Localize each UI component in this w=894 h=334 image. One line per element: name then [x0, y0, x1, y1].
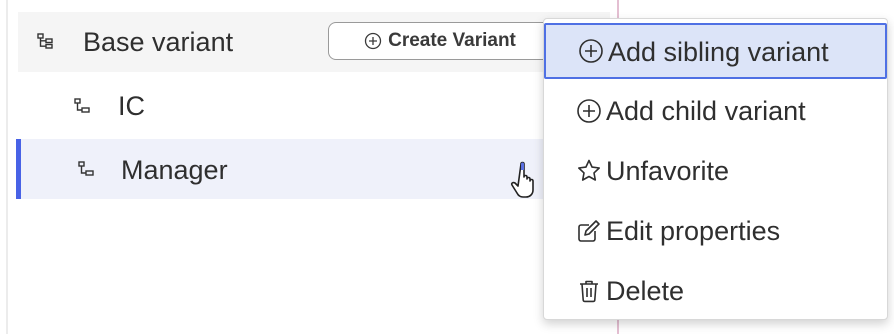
menu-item-unfavorite[interactable]: Unfavorite [544, 143, 887, 199]
tree-row-base-variant[interactable]: Base variant Create Variant [18, 12, 610, 72]
menu-item-edit-properties[interactable]: Edit properties [544, 203, 887, 259]
menu-item-delete[interactable]: Delete [544, 263, 887, 319]
plus-circle-icon [578, 38, 604, 64]
menu-item-label: Edit properties [606, 216, 781, 246]
selection-indicator [16, 139, 21, 199]
menu-item-add-sibling-variant[interactable]: Add sibling variant [544, 23, 887, 79]
menu-item-label: Add child variant [606, 96, 806, 126]
menu-item-label: Delete [606, 276, 685, 306]
trash-icon [576, 278, 602, 304]
star-outline-icon [576, 158, 602, 184]
menu-item-add-child-variant[interactable]: Add child variant [544, 83, 887, 139]
variant-tree-panel: Base variant Create Variant IC Manager [0, 0, 617, 334]
menu-item-label: Unfavorite [606, 156, 730, 186]
hand-pointer-icon [510, 160, 544, 200]
tree-item-label: Manager [121, 155, 228, 185]
base-variant-label: Base variant [83, 27, 234, 57]
child-variant-icon [74, 98, 90, 114]
tree-structure-icon [37, 33, 53, 49]
plus-circle-icon [576, 98, 602, 124]
variant-context-menu: Add sibling variant Add child variant Un… [543, 18, 888, 320]
create-variant-button[interactable]: Create Variant [328, 22, 552, 60]
edit-icon [576, 218, 602, 244]
child-variant-icon [78, 161, 94, 177]
plus-circle-icon [364, 32, 382, 50]
create-variant-label: Create Variant [388, 30, 516, 51]
menu-item-label: Add sibling variant [608, 37, 829, 67]
tree-row-ic[interactable]: IC [18, 76, 610, 136]
tree-item-label: IC [118, 91, 145, 121]
